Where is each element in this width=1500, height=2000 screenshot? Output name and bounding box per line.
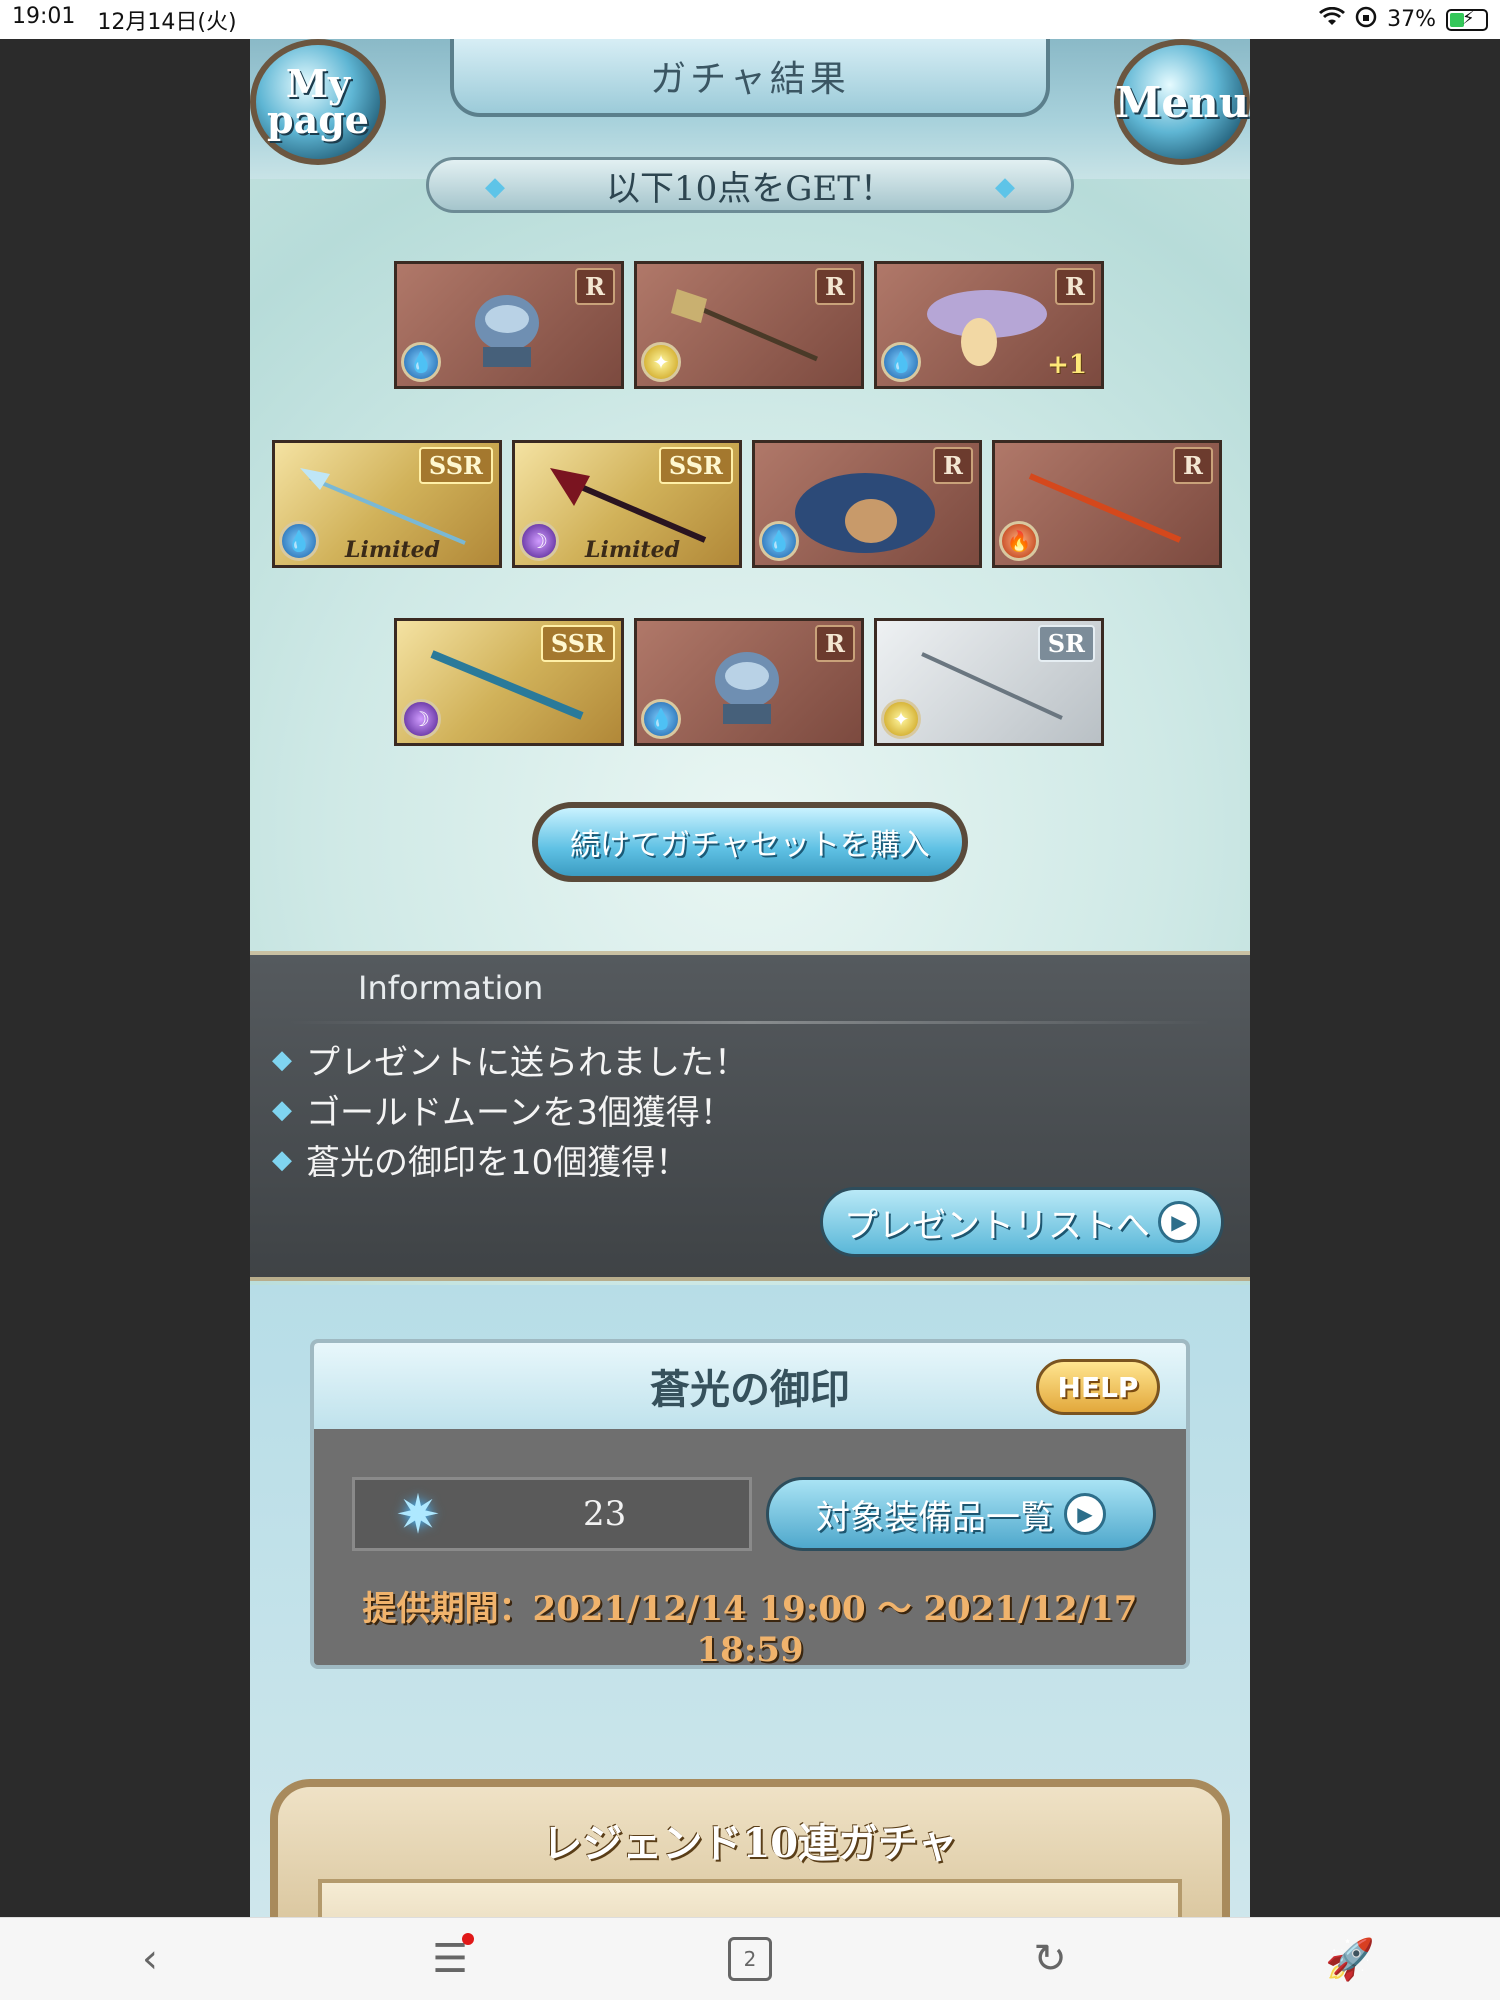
dark-element-icon: ☽	[401, 699, 441, 739]
diamond-icon: ◆	[485, 172, 505, 202]
water-element-icon: 💧	[641, 699, 681, 739]
seal-section: 蒼光の御印 HELP ✷ 23 対象装備品一覧 ▶ 提供期間：2021/12/1…	[250, 1285, 1250, 1917]
result-item[interactable]: R 💧 +1	[874, 261, 1104, 389]
result-item[interactable]: R 💧	[394, 261, 624, 389]
result-item[interactable]: SR ✦	[874, 618, 1104, 746]
dark-element-icon: ☽	[519, 521, 559, 561]
result-item[interactable]: R 🔥	[992, 440, 1222, 568]
notification-dot	[462, 1933, 474, 1945]
result-item[interactable]: R ✦	[634, 261, 864, 389]
legend-gacha-title: レジェンド10連ガチャ	[542, 1820, 958, 1867]
menu-list-button[interactable]: ☰	[420, 1929, 480, 1989]
info-message: ◆ プレゼントに送られました！	[272, 1035, 748, 1084]
diamond-icon: ◆	[272, 1094, 292, 1125]
diamond-icon: ◆	[995, 172, 1015, 202]
status-time: 19:01	[12, 3, 76, 29]
legend-gacha-banner[interactable]: レジェンド10連ガチャ	[270, 1779, 1230, 1917]
rarity-badge: R	[933, 447, 973, 484]
information-title: Information	[358, 969, 544, 1007]
result-item[interactable]: SSR ☽ Limited	[512, 440, 742, 568]
water-element-icon: 💧	[881, 342, 921, 382]
orientation-lock-icon	[1355, 6, 1377, 34]
seal-title-text: 蒼光の御印	[650, 1366, 850, 1413]
wifi-icon	[1319, 6, 1346, 33]
game-panel: My page ガチャ結果 Menu ◆ 以下10点をGET！ ◆ R 💧 R …	[250, 39, 1250, 1917]
present-list-button[interactable]: プレゼントリストへ ▶	[820, 1187, 1224, 1257]
rarity-badge: R	[1055, 268, 1095, 305]
water-element-icon: 💧	[759, 521, 799, 561]
knight-art-icon	[417, 284, 597, 374]
diamond-icon: ◆	[272, 1144, 292, 1175]
reload-icon: ↻	[1033, 1936, 1067, 1982]
information-panel: Information ◆ プレゼントに送られました！ ◆ ゴールドムーンを3個…	[250, 951, 1250, 1281]
rarity-badge: R	[1173, 447, 1213, 484]
rarity-badge: SSR	[540, 625, 615, 662]
rarity-badge: SSR	[418, 447, 493, 484]
back-button[interactable]: ‹	[120, 1929, 180, 1989]
seal-count: ✷ 23	[352, 1477, 752, 1551]
target-equipment-label: 対象装備品一覧	[816, 1497, 1054, 1538]
rarity-badge: SSR	[658, 447, 733, 484]
page-title: ガチャ結果	[450, 39, 1050, 117]
chevron-left-icon: ‹	[142, 1936, 158, 1982]
light-element-icon: ✦	[641, 342, 681, 382]
result-item[interactable]: SSR 💧 Limited	[272, 440, 502, 568]
result-item[interactable]: R 💧	[634, 618, 864, 746]
water-element-icon: 💧	[279, 521, 319, 561]
status-bar: 19:01 12月14日(火) 37% ⚡	[0, 0, 1500, 39]
water-element-icon: 💧	[401, 342, 441, 382]
seal-count-value: 23	[583, 1494, 627, 1534]
info-message-text: 蒼光の御印を10個獲得！	[306, 1143, 690, 1183]
help-button[interactable]: HELP	[1036, 1359, 1160, 1415]
rarity-badge: R	[815, 625, 855, 662]
limited-tag: Limited	[585, 537, 681, 563]
rocket-icon: 🚀	[1325, 1936, 1375, 1983]
rocket-button[interactable]: 🚀	[1320, 1929, 1380, 1989]
seal-box: 蒼光の御印 HELP ✷ 23 対象装備品一覧 ▶ 提供期間：2021/12/1…	[310, 1339, 1190, 1669]
limited-tag: Limited	[345, 537, 441, 563]
info-message: ◆ ゴールドムーンを3個獲得！	[272, 1085, 734, 1134]
get-banner-text: 以下10点をGET！	[606, 168, 894, 209]
axe-icon	[657, 284, 837, 374]
knight-art-icon	[657, 641, 837, 731]
info-message-text: ゴールドムーンを3個獲得！	[306, 1093, 734, 1133]
status-date: 12月14日(火)	[97, 9, 237, 35]
result-item[interactable]: SSR ☽	[394, 618, 624, 746]
red-sword-icon	[1015, 463, 1195, 553]
light-element-icon: ✦	[881, 699, 921, 739]
beast-art-icon	[775, 463, 955, 553]
result-item[interactable]: R 💧	[752, 440, 982, 568]
get-banner: ◆ 以下10点をGET！ ◆	[426, 157, 1074, 213]
fire-element-icon: 🔥	[999, 521, 1039, 561]
info-message-text: プレゼントに送られました！	[306, 1043, 748, 1083]
plus-bonus: +1	[1047, 350, 1087, 380]
info-message: ◆ 蒼光の御印を10個獲得！	[272, 1135, 689, 1184]
target-equipment-button[interactable]: 対象装備品一覧 ▶	[766, 1477, 1156, 1551]
diamond-icon: ◆	[272, 1044, 292, 1075]
mypage-label: My page	[267, 61, 369, 142]
legend-gacha-panel	[318, 1879, 1182, 1917]
continue-gacha-button[interactable]: 続けてガチャセットを購入	[532, 802, 968, 882]
play-arrow-icon: ▶	[1064, 1493, 1106, 1535]
menu-button[interactable]: Menu	[1114, 39, 1250, 165]
present-list-label: プレゼントリストへ	[844, 1205, 1150, 1246]
tabs-button[interactable]: 2	[720, 1929, 780, 1989]
offer-period: 提供期間：2021/12/14 19:00 〜 2021/12/17 18:59	[362, 1589, 1138, 1669]
menu-label: Menu	[1114, 77, 1250, 127]
seal-star-icon: ✷	[395, 1482, 441, 1546]
divider	[290, 1021, 1210, 1024]
reload-button[interactable]: ↻	[1020, 1929, 1080, 1989]
battery-percent: 37%	[1387, 7, 1436, 32]
rarity-badge: R	[815, 268, 855, 305]
browser-toolbar: ‹ ☰ 2 ↻ 🚀	[0, 1917, 1500, 2000]
play-arrow-icon: ▶	[1158, 1201, 1200, 1243]
battery-icon: ⚡	[1446, 8, 1488, 31]
rarity-badge: R	[575, 268, 615, 305]
mypage-button[interactable]: My page	[250, 39, 386, 165]
rarity-badge: SR	[1037, 625, 1095, 662]
tab-count: 2	[728, 1937, 772, 1981]
